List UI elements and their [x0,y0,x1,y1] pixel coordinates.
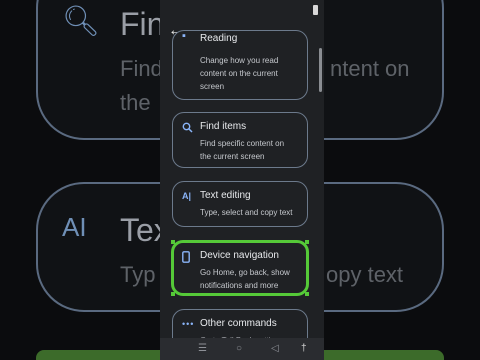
reading-icon: ▪ [182,30,186,42]
more-icon: ••• [182,319,195,329]
menu-item-find-items[interactable]: Find items Find specific content on the … [172,112,308,168]
battery-icon [313,5,318,15]
menu-item-title: Device navigation [200,250,279,261]
home-icon[interactable]: ○ [236,342,242,356]
phone-screen: ← ▪ Reading Change how you read content … [160,0,324,360]
search-icon: 🔍︎ [62,5,101,38]
background-desc-2: the [120,90,151,115]
menu-item-reading[interactable]: ▪ Reading Change how you read content on… [172,30,308,100]
menu-item-text-editing[interactable]: A| Text editing Type, select and copy te… [172,181,308,227]
scrollbar[interactable] [319,48,322,92]
menu-item-desc: Change how you read content on the curre… [200,56,279,91]
search-icon [182,122,193,136]
selection-corner [305,240,309,244]
accessibility-icon[interactable]: † [301,342,307,356]
background-desc: Find [120,56,163,81]
background-desc-3-end: opy text [326,262,404,287]
menu-item-title: Reading [200,33,238,44]
menu-item-desc: Go Home, go back, show notifications and… [200,268,290,290]
menu-item-title: Other commands [200,318,277,329]
text-edit-icon: A| [182,191,192,201]
status-bar [160,0,324,20]
background-desc-3: Typ [120,262,156,287]
background-desc-end: ntent on [330,56,410,81]
menu-item-title: Find items [200,121,247,132]
menu-item-title: Text editing [200,190,251,201]
text-edit-icon: AI [62,212,87,242]
menu-item-device-navigation[interactable]: Device navigation Go Home, go back, show… [171,240,309,296]
menu-item-desc: Find specific content on the current scr… [200,139,285,161]
menu-item-desc: Type, select and copy text [200,208,293,217]
phone-icon [182,251,190,266]
back-nav-icon[interactable]: ◁ [271,342,279,356]
selection-corner [171,240,175,244]
selection-corner [305,292,309,296]
system-nav-bar: ☰ ○ ◁ † [160,338,324,360]
selection-corner [171,292,175,296]
recents-icon[interactable]: ☰ [198,342,207,356]
